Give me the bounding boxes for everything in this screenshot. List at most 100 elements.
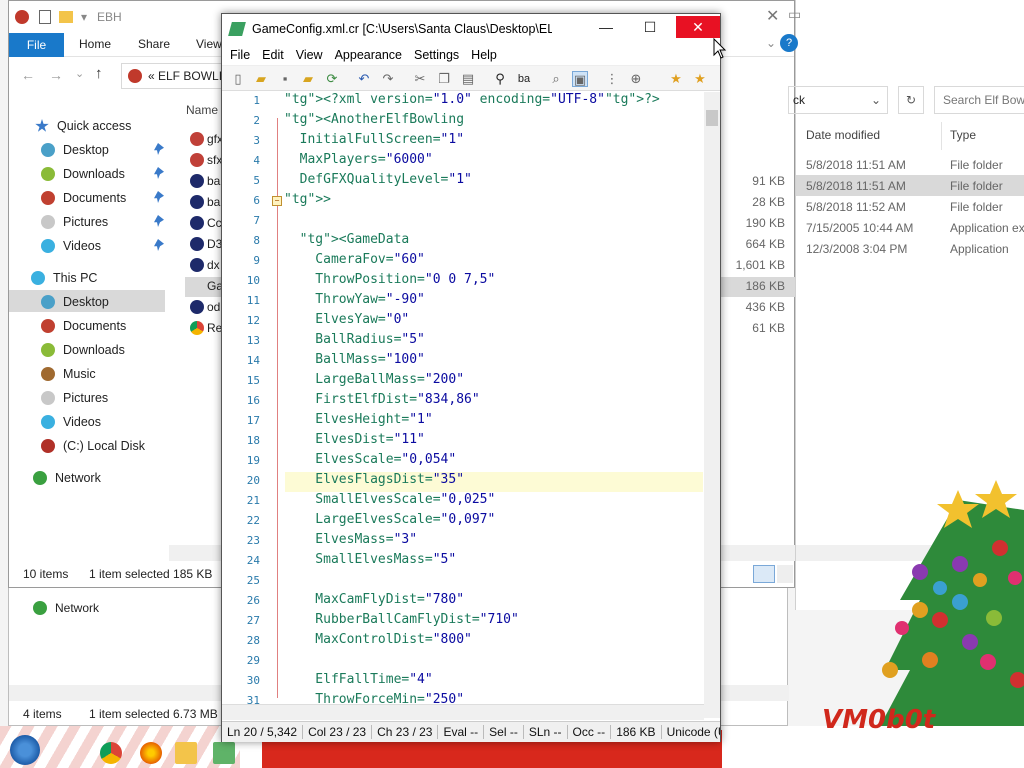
- nav-quick-access[interactable]: Quick access: [35, 115, 131, 137]
- code-line[interactable]: ThrowPosition="0 0 7,5": [284, 272, 495, 287]
- file-name[interactable]: Cc: [207, 216, 222, 230]
- code-line[interactable]: MaxCamFlyDist="780": [284, 592, 464, 607]
- file-name[interactable]: od: [207, 300, 220, 314]
- close-button[interactable]: ✕: [676, 16, 720, 38]
- help-icon[interactable]: ?: [780, 34, 798, 52]
- vertical-scrollbar[interactable]: [704, 92, 720, 718]
- code-line[interactable]: ElvesScale="0,054": [284, 452, 456, 467]
- code-area[interactable]: − 1 "tg"><?xml version="1.0" encoding="UT…: [222, 92, 704, 718]
- favorite-star-icon[interactable]: ★: [668, 71, 684, 87]
- code-line[interactable]: FirstElfDist="834,86": [284, 392, 479, 407]
- reload-icon[interactable]: ⟳: [324, 71, 340, 87]
- tab-share[interactable]: Share: [138, 37, 170, 51]
- tab-file[interactable]: File: [9, 33, 64, 57]
- start-windows-icon[interactable]: [10, 735, 40, 765]
- code-line[interactable]: DefGFXQualityLevel="1": [284, 172, 472, 187]
- code-line[interactable]: ElvesFlagsDist="35": [284, 472, 464, 487]
- add-favorite-icon[interactable]: ★: [692, 71, 708, 87]
- maximize-button[interactable]: ☐: [628, 16, 672, 38]
- scrollbar-thumb[interactable]: [706, 110, 718, 126]
- code-line[interactable]: "tg"><?xml version="1.0" encoding="UTF-8…: [284, 92, 660, 107]
- folder-icon[interactable]: [175, 742, 197, 764]
- properties-icon[interactable]: [39, 10, 51, 24]
- goto-icon[interactable]: ⌕: [548, 71, 564, 87]
- code-line[interactable]: BallMass="100": [284, 352, 425, 367]
- nav-desktop[interactable]: Desktop: [41, 139, 109, 161]
- new-folder-icon[interactable]: [59, 11, 73, 23]
- menu-appearance[interactable]: Appearance: [335, 48, 402, 62]
- nav-pc-videos[interactable]: Videos: [41, 411, 101, 433]
- nav-pictures[interactable]: Pictures: [41, 211, 108, 233]
- menu-view[interactable]: View: [296, 48, 323, 62]
- menu-settings[interactable]: Settings: [414, 48, 459, 62]
- code-line[interactable]: MaxPlayers="6000": [284, 152, 433, 167]
- new-file-icon[interactable]: ▯: [230, 71, 246, 87]
- code-line[interactable]: ThrowYaw="-90": [284, 292, 425, 307]
- nav-pc-documents[interactable]: Documents: [41, 315, 126, 337]
- pin-icon[interactable]: [154, 143, 164, 155]
- nav-this-pc[interactable]: This PC: [31, 267, 97, 289]
- back-arrow-icon[interactable]: ←: [21, 67, 35, 83]
- pin-icon[interactable]: [154, 191, 164, 203]
- status-line[interactable]: Ln 20 / 5,342: [222, 725, 304, 739]
- paste-icon[interactable]: ▤: [460, 71, 476, 87]
- column-header-name[interactable]: Name: [186, 103, 218, 117]
- chevron-down-icon[interactable]: ⌄: [871, 93, 881, 107]
- nav-pc-downloads[interactable]: Downloads: [41, 339, 125, 361]
- fold-marker-icon[interactable]: −: [272, 196, 282, 206]
- open-folder-icon[interactable]: ▰: [253, 71, 269, 87]
- code-line[interactable]: ElvesMass="3": [284, 532, 417, 547]
- code-line[interactable]: RubberBallCamFlyDist="710": [284, 612, 519, 627]
- code-line[interactable]: SmallElvesScale="0,025": [284, 492, 495, 507]
- menu-help[interactable]: Help: [471, 48, 497, 62]
- chrome-icon[interactable]: [100, 742, 122, 764]
- code-line[interactable]: "tg">>: [284, 192, 331, 207]
- search-input[interactable]: Search Elf Bow: [934, 86, 1024, 114]
- column-header-type[interactable]: Type: [950, 128, 976, 142]
- save-icon[interactable]: ▪: [277, 71, 293, 87]
- refresh-icon[interactable]: ↻: [898, 86, 924, 114]
- address-bar-end[interactable]: ck ⌄: [788, 86, 888, 114]
- file-name[interactable]: ba: [207, 195, 220, 209]
- details-view-icon[interactable]: [753, 565, 775, 583]
- nav-pc-pictures[interactable]: Pictures: [41, 387, 108, 409]
- word-wrap-icon[interactable]: ▣: [572, 71, 588, 87]
- find-icon[interactable]: ⚲: [492, 71, 508, 87]
- code-line[interactable]: InitialFullScreen="1": [284, 132, 464, 147]
- horizontal-scrollbar[interactable]: [222, 704, 704, 720]
- tiles-view-icon[interactable]: [777, 565, 793, 583]
- split-view-icon[interactable]: ⋮: [604, 71, 620, 87]
- code-line[interactable]: ElfFallTime="4": [284, 672, 432, 687]
- cut-icon[interactable]: ✂: [412, 71, 428, 87]
- code-line[interactable]: ElvesHeight="1": [284, 412, 432, 427]
- up-arrow-icon[interactable]: ↑: [95, 65, 103, 82]
- tab-home[interactable]: Home: [79, 37, 111, 51]
- nav-local-disk[interactable]: (C:) Local Disk: [41, 435, 145, 457]
- status-encoding[interactable]: Unicode (UTF: [662, 725, 720, 739]
- column-header-date[interactable]: Date modified: [806, 128, 880, 142]
- forward-arrow-icon[interactable]: →: [49, 67, 63, 83]
- pin-icon[interactable]: [154, 167, 164, 179]
- nav-downloads[interactable]: Downloads: [41, 163, 125, 185]
- file-name[interactable]: dx: [207, 258, 220, 272]
- notepad-icon[interactable]: [213, 742, 235, 764]
- code-line[interactable]: LargeBallMass="200": [284, 372, 464, 387]
- redo-icon[interactable]: ↷: [380, 71, 396, 87]
- code-line[interactable]: ElvesDist="11": [284, 432, 425, 447]
- code-line[interactable]: SmallElvesMass="5": [284, 552, 456, 567]
- replace-icon[interactable]: ba: [516, 71, 532, 87]
- nav-network[interactable]: Network: [33, 467, 101, 489]
- code-line[interactable]: BallRadius="5": [284, 332, 425, 347]
- nav-network[interactable]: Network: [33, 601, 99, 615]
- undo-icon[interactable]: ↶: [356, 71, 372, 87]
- maximize-icon[interactable]: ▭: [788, 6, 810, 26]
- close-icon[interactable]: ✕: [766, 6, 779, 26]
- tab-view[interactable]: View: [196, 37, 222, 51]
- menu-file[interactable]: File: [230, 48, 250, 62]
- nav-pc-desktop[interactable]: Desktop: [41, 291, 109, 313]
- nav-videos[interactable]: Videos: [41, 235, 101, 257]
- code-line[interactable]: LargeElvesScale="0,097": [284, 512, 495, 527]
- chevron-down-icon[interactable]: ▾: [81, 10, 87, 24]
- recent-dropdown-icon[interactable]: ⌄: [75, 67, 84, 80]
- nav-documents[interactable]: Documents: [41, 187, 126, 209]
